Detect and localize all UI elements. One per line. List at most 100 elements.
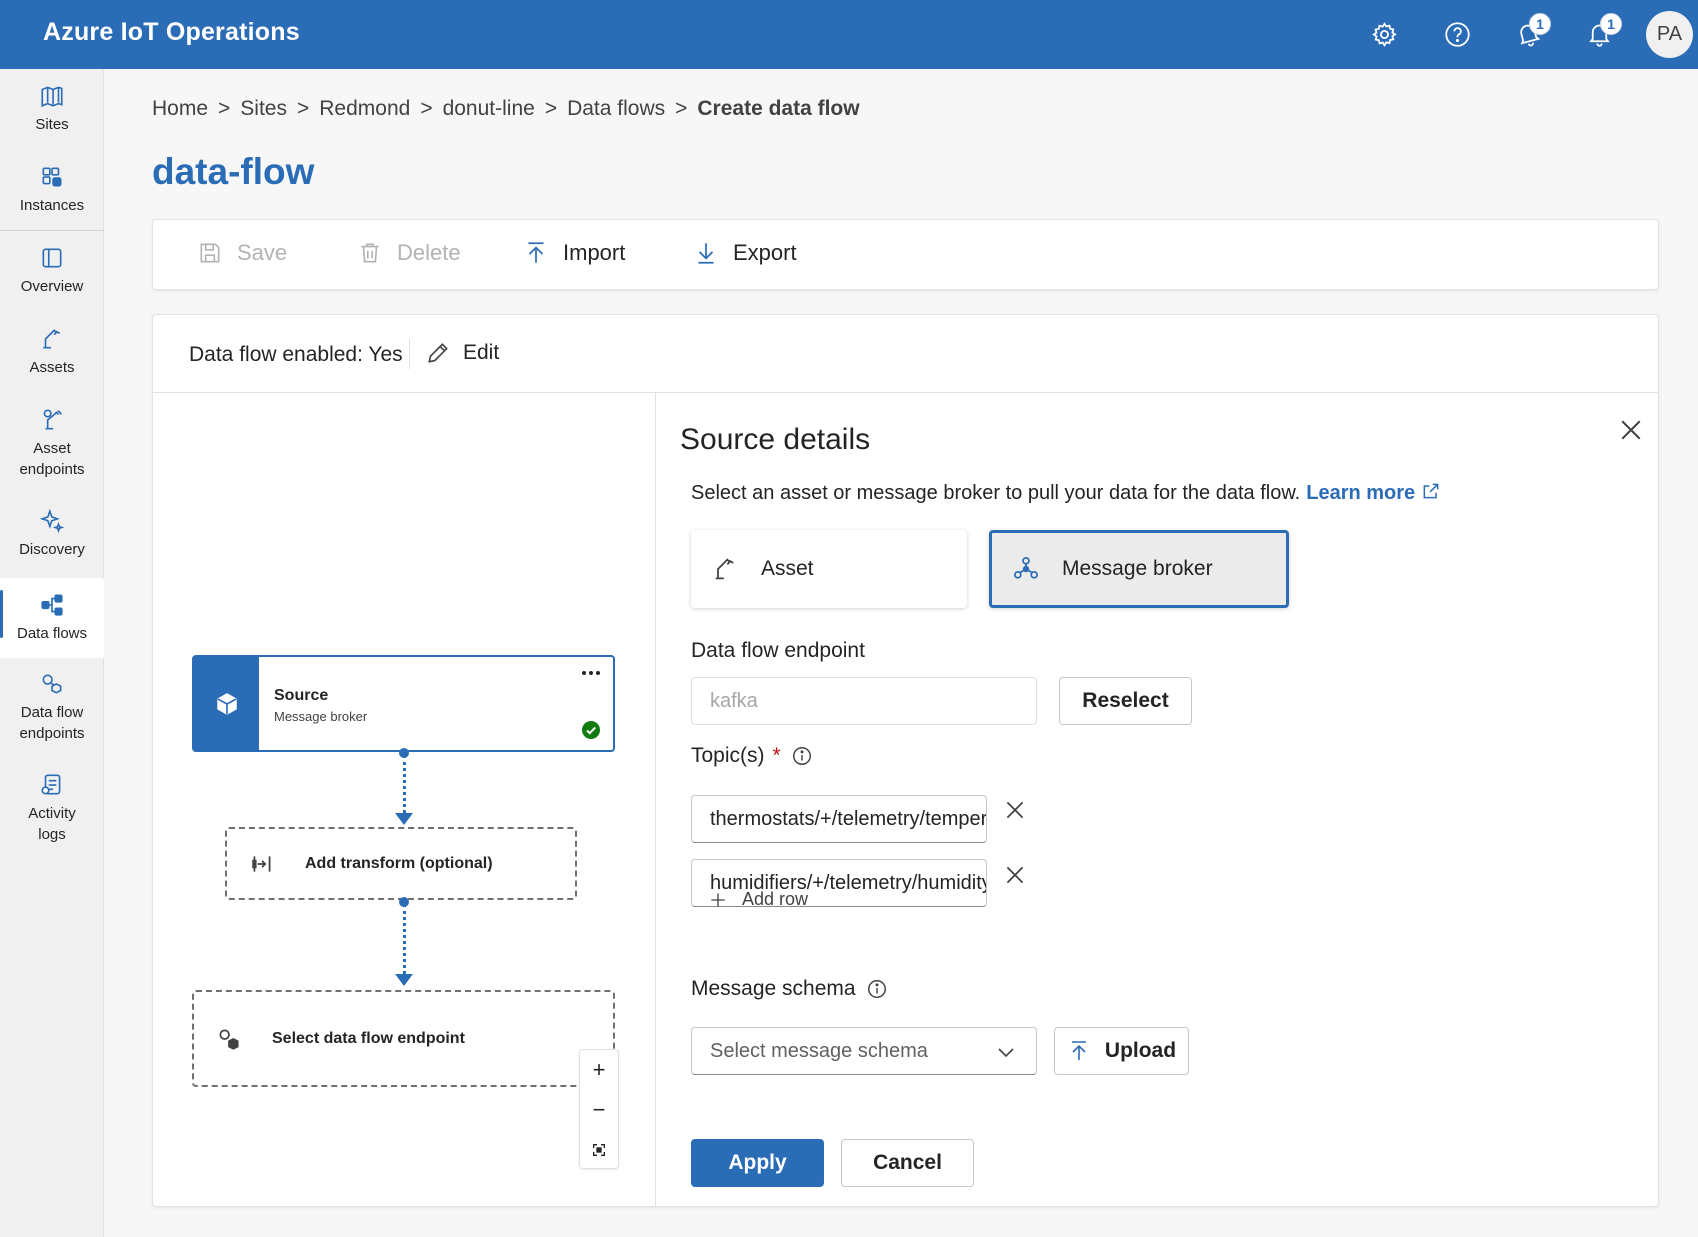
nav-item-label: Discovery <box>19 541 85 558</box>
schema-label-text: Message schema <box>691 977 856 1000</box>
info-icon[interactable] <box>791 745 813 767</box>
zoom-out-button[interactable]: − <box>580 1090 618 1130</box>
nav-item-label: Data flows <box>16 625 88 642</box>
apply-button[interactable]: Apply <box>691 1139 824 1187</box>
export-icon <box>698 243 714 264</box>
nav-item-label: Sites <box>35 116 69 133</box>
transform-node[interactable]: Add transform (optional) <box>225 827 577 900</box>
nav-item-discovery[interactable]: Discovery <box>0 508 104 578</box>
nav-item-asset-endpoints[interactable]: Asset endpoints <box>0 407 104 497</box>
save-icon <box>200 243 220 263</box>
transform-node-label: Add transform (optional) <box>305 854 493 872</box>
info-icon[interactable] <box>866 978 888 1000</box>
data-flows-icon <box>41 594 63 616</box>
save-label: Save <box>237 240 288 265</box>
app-title[interactable]: Azure IoT Operations <box>43 18 300 47</box>
nav-divider <box>0 230 104 231</box>
schema-dropdown-value: Select message schema <box>710 1039 928 1062</box>
zoom-in-button[interactable]: + <box>580 1050 618 1090</box>
reselect-button[interactable]: Reselect <box>1059 677 1192 725</box>
add-row-label: Add row <box>742 889 809 909</box>
nav-item-label: Instances <box>19 197 85 214</box>
nav-item-data-flow-endpoints[interactable]: Data flow endpoints <box>0 671 104 761</box>
notifications-button[interactable]: 1 <box>1582 13 1622 51</box>
settings-button[interactable] <box>1367 17 1401 51</box>
breadcrumb-data-flows[interactable]: Data flows <box>567 97 665 121</box>
source-node[interactable]: Source Message broker <box>192 655 615 752</box>
arrow-down-icon <box>395 813 413 825</box>
breadcrumb-sites[interactable]: Sites <box>240 97 287 121</box>
breadcrumb-separator: > <box>420 97 433 120</box>
upload-icon <box>1071 1041 1086 1060</box>
arrow-down-icon <box>395 974 413 986</box>
flow-canvas[interactable]: Source Message broker Add transform (opt… <box>153 393 655 1207</box>
external-link-icon[interactable] <box>1421 481 1441 501</box>
avatar[interactable]: PA <box>1646 11 1693 58</box>
cancel-button[interactable]: Cancel <box>841 1139 974 1187</box>
remove-topic-icon[interactable] <box>1002 862 1028 888</box>
asset-choice[interactable]: Asset <box>691 530 967 608</box>
nav-item-activity-logs[interactable]: Activity logs <box>0 772 104 862</box>
destination-node-label: Select data flow endpoint <box>272 1029 465 1047</box>
source-node-icon-block <box>194 657 259 750</box>
nav-item-label: Activity logs <box>28 805 76 843</box>
endpoint-field: kafka <box>691 677 1037 725</box>
left-nav: Sites Instances Overview Assets Asset en… <box>0 69 104 1237</box>
endpoint-label: Data flow endpoint <box>691 639 865 663</box>
breadcrumb-redmond[interactable]: Redmond <box>319 97 410 121</box>
remove-topic-icon[interactable] <box>1002 797 1028 823</box>
required-marker: * <box>772 744 781 767</box>
source-details-panel: Source details Select an asset or messag… <box>656 393 1658 1207</box>
help-button[interactable] <box>1440 17 1474 51</box>
page-title: data-flow <box>152 151 315 192</box>
message-broker-icon <box>1014 557 1038 579</box>
learn-more-link[interactable]: Learn more <box>1306 482 1415 504</box>
topic-input[interactable]: thermostats/+/telemetry/temperature <box>691 795 987 843</box>
panel-description: Select an asset or message broker to pul… <box>691 481 1441 505</box>
breadcrumb-separator: > <box>296 97 310 120</box>
nav-item-assets[interactable]: Assets <box>0 326 104 396</box>
cube-icon <box>216 692 237 715</box>
endpoint-icon <box>219 1028 239 1050</box>
nav-item-overview[interactable]: Overview <box>0 245 104 315</box>
breadcrumb: Home > Sites > Redmond > donut-line > Da… <box>152 97 860 121</box>
connector-line <box>403 904 406 974</box>
more-options-icon[interactable] <box>579 665 603 681</box>
topics-label: Topic(s) * <box>691 744 813 768</box>
edit-button[interactable]: Edit <box>425 340 499 366</box>
trash-icon <box>361 243 379 263</box>
panel-title: Source details <box>680 423 871 456</box>
add-row-button[interactable]: Add row <box>708 889 808 910</box>
breadcrumb-home[interactable]: Home <box>152 97 208 121</box>
fit-view-button[interactable] <box>580 1130 618 1170</box>
upload-button[interactable]: Upload <box>1054 1027 1189 1075</box>
export-button[interactable]: Export <box>693 240 797 266</box>
asset-icon <box>715 558 734 580</box>
message-broker-choice[interactable]: Message broker <box>989 530 1289 608</box>
notifications-badge: 1 <box>1600 13 1622 35</box>
schema-dropdown[interactable]: Select message schema <box>691 1027 1037 1075</box>
activity-logs-icon <box>41 774 61 795</box>
delete-button[interactable]: Delete <box>357 240 461 266</box>
save-button[interactable]: Save <box>197 240 287 266</box>
nav-item-label: Assets <box>29 359 75 376</box>
endpoint-label-text: Data flow endpoint <box>691 639 865 662</box>
help-icon <box>1444 21 1470 47</box>
import-button[interactable]: Import <box>523 240 625 266</box>
source-node-title: Source <box>274 687 329 704</box>
message-broker-choice-label: Message broker <box>1062 557 1213 580</box>
edit-label: Edit <box>463 341 500 364</box>
breadcrumb-separator: > <box>544 97 558 120</box>
success-check-icon <box>582 721 600 739</box>
nav-item-data-flows[interactable]: Data flows <box>0 578 104 658</box>
nav-item-instances[interactable]: Instances <box>0 164 104 234</box>
alerts-button[interactable]: 1 <box>1511 13 1551 51</box>
close-icon[interactable] <box>1616 415 1646 445</box>
enabled-status: Data flow enabled: Yes <box>189 343 403 366</box>
nav-item-sites[interactable]: Sites <box>0 83 104 153</box>
destination-node[interactable]: Select data flow endpoint <box>192 990 615 1087</box>
divider <box>409 339 410 369</box>
source-node-subtitle: Message broker <box>274 709 368 724</box>
overview-icon <box>42 248 62 268</box>
breadcrumb-donut-line[interactable]: donut-line <box>443 97 535 121</box>
